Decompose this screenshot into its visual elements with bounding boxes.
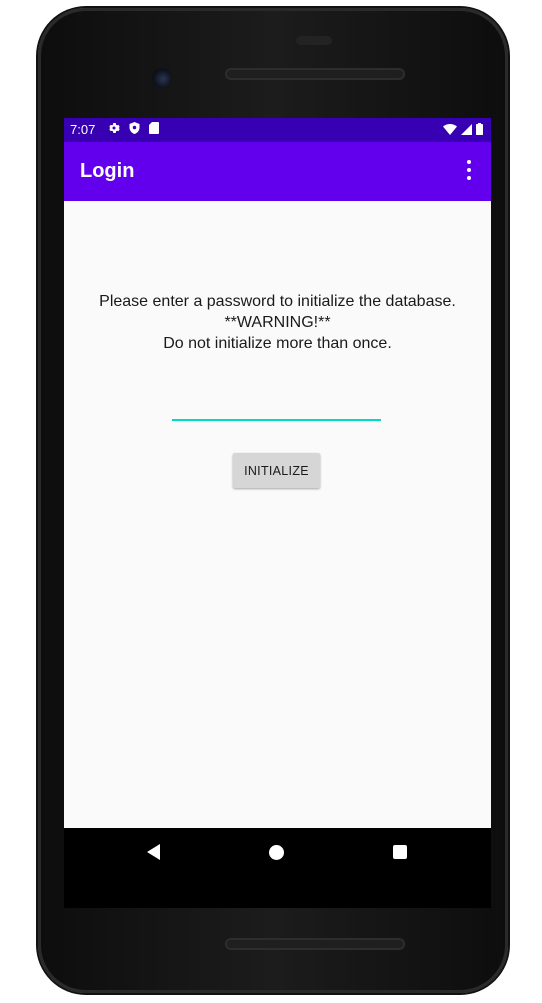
- status-system-icons: [443, 123, 483, 135]
- sd-card-icon: [149, 122, 159, 134]
- back-icon[interactable]: [147, 844, 160, 860]
- menu-dot: [467, 168, 471, 172]
- status-bar: 7:07: [64, 118, 491, 142]
- top-speaker-grille: [225, 68, 405, 80]
- menu-dot: [467, 160, 471, 164]
- status-time: 7:07: [70, 122, 96, 137]
- signal-icon: [461, 123, 472, 135]
- home-icon[interactable]: [269, 845, 284, 860]
- instructions-text: Please enter a password to initialize th…: [64, 291, 491, 354]
- initialize-button[interactable]: INITIALIZE: [233, 453, 320, 488]
- status-notification-icons: [108, 122, 159, 134]
- battery-icon: [476, 123, 483, 135]
- app-bar: Login: [64, 142, 491, 201]
- front-camera: [152, 68, 172, 88]
- more-vert-icon[interactable]: [459, 158, 479, 182]
- main-content: Please enter a password to initialize th…: [64, 201, 491, 828]
- device-screen: 7:07 Login Please enter a password to in…: [64, 118, 491, 908]
- app-title: Login: [80, 160, 135, 182]
- recents-icon[interactable]: [393, 845, 407, 859]
- shield-icon: [129, 122, 140, 134]
- wifi-icon: [443, 123, 457, 135]
- instruction-line: Do not initialize more than once.: [163, 335, 392, 352]
- sensor-notch: [296, 36, 332, 45]
- password-input[interactable]: [172, 399, 381, 421]
- gear-icon: [109, 123, 120, 133]
- navigation-bar: [64, 828, 491, 908]
- instruction-line: Please enter a password to initialize th…: [99, 293, 456, 310]
- warning-line: **WARNING!**: [224, 314, 331, 331]
- bottom-speaker-grille: [225, 938, 405, 950]
- menu-dot: [467, 176, 471, 180]
